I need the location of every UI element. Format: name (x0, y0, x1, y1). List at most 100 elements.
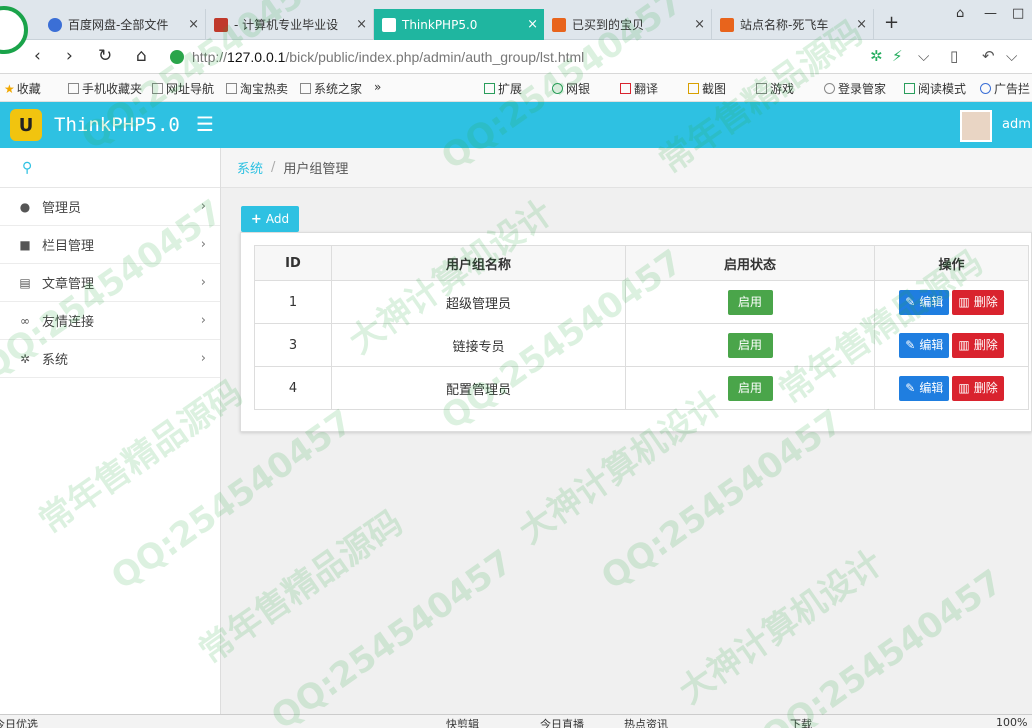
home-icon[interactable]: ⌂ (136, 46, 147, 66)
toolbar-adblock[interactable]: 广告拦 (980, 80, 1030, 97)
user-name[interactable]: admi (1002, 117, 1032, 132)
delete-button[interactable]: ▥ 删除 (952, 375, 1004, 401)
speed-icon[interactable]: ✲ (870, 47, 883, 65)
toolbar-translate[interactable]: 翻译 (620, 80, 658, 97)
cell-group-name: 链接专员 (331, 323, 626, 367)
close-icon[interactable]: × (188, 17, 199, 32)
app-logo-icon: U (10, 109, 42, 141)
status-toggle-button[interactable]: 启用 (727, 375, 773, 401)
browser-tab-1[interactable]: 百度网盘-全部文件 × (40, 9, 206, 40)
status-left-text: 今日优选 (0, 718, 38, 728)
user-icon: ● (19, 199, 31, 214)
sidebar-item-category[interactable]: ■ 栏目管理 › (0, 226, 220, 264)
edit-icon: ✎ (905, 380, 916, 395)
add-button[interactable]: + Add (241, 206, 299, 232)
gamepad-icon (756, 83, 767, 94)
scissors-icon (688, 83, 699, 94)
sidebar-item-label: 系统 (42, 353, 69, 368)
sidebar-item-system[interactable]: ✲ 系统 › (0, 340, 220, 378)
table-header-row: ID 用户组名称 启用状态 操作 (254, 245, 1029, 281)
reload-icon[interactable]: ↻ (98, 46, 112, 66)
sidebar-item-admin[interactable]: ● 管理员 › (0, 188, 220, 226)
address-bar: ‹ › ↻ ⌂ http://127.0.0.1/bick/public/ind… (0, 40, 1032, 74)
site-icon (720, 17, 734, 32)
close-icon[interactable]: × (856, 17, 867, 32)
mobile-icon[interactable]: ▯ (950, 47, 958, 65)
star-icon: ★ (4, 81, 15, 96)
chevron-right-icon: › (200, 199, 206, 214)
status-item-news[interactable]: 热点资讯 (624, 716, 668, 728)
bookmarks-more[interactable]: » (374, 80, 381, 94)
sidebar-item-label: 友情连接 (42, 315, 95, 330)
delete-button[interactable]: ▥ 删除 (952, 332, 1004, 358)
breadcrumb-current: 用户组管理 (283, 162, 349, 177)
restore-icon[interactable]: □ (1012, 6, 1024, 21)
chevron-right-icon: › (200, 351, 206, 366)
link-icon: ∞ (20, 313, 30, 328)
toolbar-extensions[interactable]: 扩展 (484, 80, 522, 97)
sidebar-item-links[interactable]: ∞ 友情连接 › (0, 302, 220, 340)
forward-icon[interactable]: › (66, 46, 73, 66)
cloud-icon (48, 17, 62, 32)
page-icon (152, 83, 163, 94)
page-icon (68, 83, 79, 94)
table-panel: ID 用户组名称 启用状态 操作 1 超级管理员 启用 ✎ 编辑 ▥ 删除 3 链接专… (240, 232, 1032, 432)
close-icon[interactable]: × (356, 17, 367, 32)
bookmark-system[interactable]: 系统之家 (300, 80, 362, 97)
toolbar-bank[interactable]: 网银 (552, 80, 590, 97)
zoom-level[interactable]: 100% (996, 716, 1027, 728)
chevron-down-icon[interactable]: ⌵ (918, 47, 929, 65)
bookmarks-bar: ★ 收藏 手机收藏夹 网址导航 淘宝热卖 系统之家 » 扩展 网银 翻译 截图 游… (0, 74, 1032, 102)
new-tab-button[interactable]: + (884, 12, 899, 33)
browser-tab-active[interactable]: ThinkPHP5.0 × (374, 9, 544, 40)
close-icon[interactable]: × (527, 17, 538, 32)
edit-icon: ✎ (905, 294, 916, 309)
sidebar-item-label: 管理员 (42, 201, 82, 216)
sidebar-item-label: 栏目管理 (42, 239, 95, 254)
status-toggle-button[interactable]: 启用 (727, 332, 773, 358)
tab-label: 百度网盘-全部文件 (68, 18, 169, 32)
avatar[interactable] (960, 110, 992, 142)
undo-icon[interactable]: ↶ (982, 47, 995, 65)
delete-button[interactable]: ▥ 删除 (952, 289, 1004, 315)
cell-group-name: 超级管理员 (331, 280, 626, 324)
search-icon[interactable]: ⚲ (22, 160, 32, 176)
bookmark-mobile[interactable]: 手机收藏夹 (68, 80, 142, 97)
bookmark-favorites[interactable]: ★ 收藏 (4, 80, 41, 97)
sidebar-search[interactable]: ⚲ (0, 148, 220, 188)
skin-icon[interactable]: ⌂ (956, 6, 964, 21)
edit-button[interactable]: ✎ 编辑 (899, 332, 950, 358)
cell-actions: ✎ 编辑 ▥ 删除 (874, 366, 1029, 410)
status-toggle-button[interactable]: 启用 (727, 289, 773, 315)
breadcrumb-link-system[interactable]: 系统 (237, 158, 263, 177)
sidebar-item-articles[interactable]: ▤ 文章管理 › (0, 264, 220, 302)
toolbar-login-manager[interactable]: 登录管家 (824, 80, 886, 97)
browser-tab-4[interactable]: 已买到的宝贝 × (544, 9, 712, 40)
bookmark-taobao[interactable]: 淘宝热卖 (226, 80, 288, 97)
status-item-live[interactable]: 今日直播 (540, 716, 584, 728)
status-item-download[interactable]: 下载 (790, 716, 812, 728)
menu-toggle-icon[interactable]: ☰ (196, 112, 214, 136)
watermark-text: QQ:254540457 (264, 542, 521, 728)
bookmark-nav[interactable]: 网址导航 (152, 80, 214, 97)
header-actions: 操作 (874, 245, 1029, 281)
book-icon (904, 83, 915, 94)
browser-tab-2[interactable]: - 计算机专业毕业设 × (206, 9, 374, 40)
status-item-quickclip[interactable]: 快剪辑 (446, 716, 479, 728)
back-icon[interactable]: ‹ (34, 46, 41, 66)
cell-actions: ✎ 编辑 ▥ 删除 (874, 323, 1029, 367)
toolbar-screenshot[interactable]: 截图 (688, 80, 726, 97)
minimize-icon[interactable]: — (984, 6, 997, 21)
browser-tab-5[interactable]: 站点名称-死飞车 × (712, 9, 874, 40)
lightning-icon[interactable]: ⚡ (892, 47, 903, 65)
trash-icon: ▥ (958, 337, 970, 352)
taobao-icon (552, 17, 566, 32)
toolbar-games[interactable]: 游戏 (756, 80, 794, 97)
toolbar-reading-mode[interactable]: 阅读模式 (904, 80, 966, 97)
header-status: 启用状态 (625, 245, 875, 281)
close-icon[interactable]: × (694, 17, 705, 32)
url-input[interactable]: http://127.0.0.1/bick/public/index.php/a… (170, 45, 942, 69)
chevron-down-icon[interactable]: ⌵ (1006, 47, 1017, 65)
edit-button[interactable]: ✎ 编辑 (899, 289, 950, 315)
edit-button[interactable]: ✎ 编辑 (899, 375, 950, 401)
